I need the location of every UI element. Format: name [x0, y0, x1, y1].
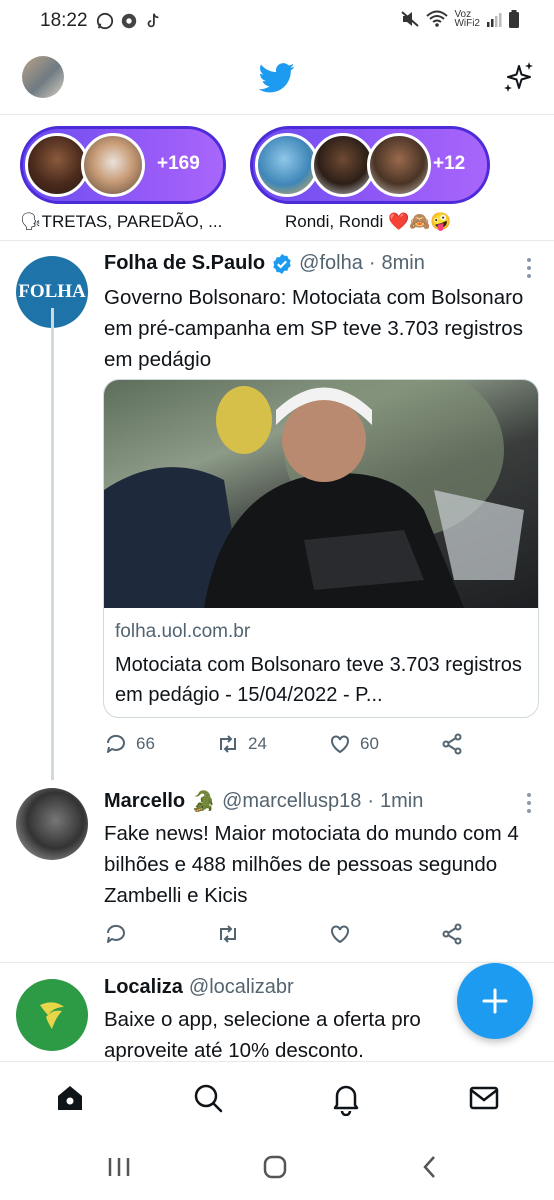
- signal-icon: [487, 13, 502, 27]
- card-photo: [104, 380, 524, 608]
- tweet-dot: ·: [368, 252, 376, 274]
- localiza-logo-icon: [40, 1002, 64, 1029]
- retweet-button[interactable]: 24: [216, 732, 267, 756]
- search-icon[interactable]: [190, 1080, 226, 1116]
- mute-icon: [401, 11, 420, 27]
- folha-logo-text: FOLHA: [18, 281, 86, 302]
- home-icon[interactable]: [52, 1080, 88, 1116]
- status-bar: 18:22 Voz WiFi2: [0, 0, 554, 42]
- space-host-avatar: [255, 133, 319, 197]
- tweet-header: Marcello 🐊 @marcellusp18 · 1min: [104, 789, 423, 814]
- wifi-icon: [426, 10, 449, 27]
- tweet-header: Folha de S.Paulo @folha · 8min: [104, 252, 425, 275]
- tweet-actions: 66 24 60: [104, 732, 464, 760]
- notification-icons: [96, 12, 162, 30]
- tweet-avatar[interactable]: [16, 979, 88, 1051]
- tweet-handle[interactable]: @folha: [299, 252, 363, 275]
- reply-count: 66: [136, 734, 155, 753]
- spaces-divider: [0, 240, 554, 241]
- space-pill-2[interactable]: +12: [250, 126, 490, 204]
- space-pill-1[interactable]: +169: [20, 126, 226, 204]
- tweet-time: 1min: [379, 790, 424, 812]
- tweet-header: Localiza @localizabr: [104, 976, 294, 999]
- space-listener-count: +169: [157, 153, 200, 174]
- whatsapp-icon: [96, 12, 113, 30]
- tweet-handle[interactable]: @localizabr: [189, 976, 294, 999]
- reply-icon: [106, 924, 125, 943]
- tweet-author-name[interactable]: Marcello: [104, 790, 185, 813]
- share-button[interactable]: [440, 732, 464, 756]
- carrier-line-2: WiFi2: [454, 18, 480, 29]
- tweet-text: Governo Bolsonaro: Motociata com Bolsona…: [104, 286, 524, 371]
- space-host-avatar: [367, 133, 431, 197]
- plus-icon: [482, 988, 508, 1014]
- retweet-icon: [220, 735, 236, 753]
- heart-icon: [331, 735, 349, 754]
- sparkle-icon[interactable]: [502, 60, 536, 94]
- tweet-avatar[interactable]: [16, 788, 88, 860]
- space-title: 🗣TRETAS, PAREDÃO, ...: [20, 212, 223, 231]
- like-button[interactable]: 60: [328, 732, 379, 756]
- back-icon[interactable]: [420, 1154, 440, 1180]
- reply-icon: [106, 734, 125, 753]
- card-image: [104, 380, 538, 608]
- more-options-icon[interactable]: [526, 257, 532, 279]
- chrome-icon: [121, 13, 136, 29]
- name-emoji: 🐊: [191, 791, 217, 813]
- share-icon: [442, 733, 462, 755]
- mail-icon[interactable]: [466, 1080, 502, 1116]
- app-bar: [0, 48, 554, 110]
- status-time: 18:22: [40, 10, 88, 31]
- tweet-time: 8min: [381, 252, 425, 274]
- retweet-button[interactable]: [216, 922, 240, 946]
- tiktok-icon: [147, 13, 158, 28]
- carrier-label: Voz WiFi2: [454, 10, 480, 29]
- compose-tweet-button[interactable]: [457, 963, 533, 1039]
- tweet-text: Fake news! Maior motociata do mundo com …: [104, 822, 519, 907]
- system-navigation: [0, 1134, 554, 1200]
- share-icon: [442, 923, 462, 945]
- tweet-text-line: aproveite até 10% desconto.: [104, 1039, 364, 1062]
- tweet-actions: [104, 922, 464, 950]
- card-domain: folha.uol.com.br: [115, 621, 251, 642]
- reply-button[interactable]: 66: [104, 732, 155, 756]
- verified-badge-icon: [273, 253, 291, 274]
- card-title: Motociata com Bolsonaro teve 3.703 regis…: [115, 654, 522, 706]
- system-status: Voz WiFi2: [400, 10, 520, 29]
- recents-icon[interactable]: [106, 1156, 132, 1178]
- space-host-avatar: [25, 133, 89, 197]
- thread-line: [51, 308, 54, 780]
- space-host-avatar: [311, 133, 375, 197]
- header-divider: [0, 114, 554, 115]
- tweet-divider: [0, 962, 554, 963]
- tweet-handle[interactable]: @marcellusp18: [222, 790, 361, 813]
- profile-avatar[interactable]: [22, 56, 64, 98]
- like-button[interactable]: [328, 922, 352, 946]
- space-title: Rondi, Rondi ❤️🙈🤪: [285, 212, 452, 231]
- retweet-count: 24: [248, 734, 267, 753]
- share-button[interactable]: [440, 922, 464, 946]
- tweet-author-name[interactable]: Folha de S.Paulo: [104, 252, 265, 275]
- reply-button[interactable]: [104, 922, 128, 946]
- space-listener-count: +12: [433, 153, 466, 174]
- bottom-nav: [0, 1062, 554, 1134]
- bell-icon[interactable]: [328, 1080, 364, 1116]
- battery-icon: [509, 10, 519, 28]
- tweet-dot: ·: [367, 790, 374, 812]
- heart-icon: [331, 925, 349, 944]
- more-options-icon[interactable]: [526, 792, 532, 814]
- twitter-bird-icon[interactable]: [259, 62, 295, 94]
- space-host-avatar: [81, 133, 145, 197]
- like-count: 60: [360, 734, 379, 753]
- home-circle-icon[interactable]: [262, 1154, 288, 1180]
- link-card[interactable]: folha.uol.com.br Motociata com Bolsonaro…: [103, 379, 539, 718]
- tweet-author-name[interactable]: Localiza: [104, 976, 183, 999]
- retweet-icon: [220, 925, 236, 943]
